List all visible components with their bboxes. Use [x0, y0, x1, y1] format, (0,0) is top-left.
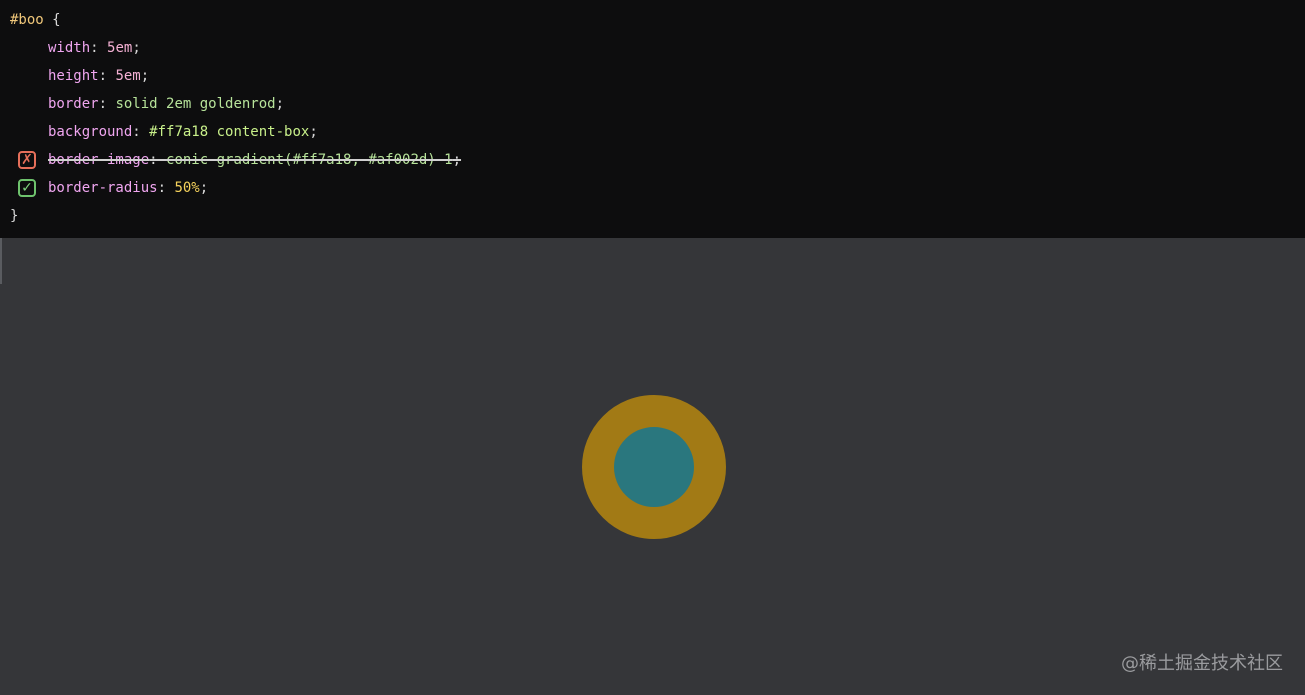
- css-selector: #boo: [10, 12, 44, 28]
- property-value: 5em: [115, 68, 141, 84]
- panel-divider[interactable]: [0, 238, 2, 284]
- property-name: width: [48, 40, 91, 56]
- code-line-border-image-disabled: border-image: conic-gradient(#ff7a18, #a…: [48, 152, 462, 168]
- code-line-border-radius: border-radius: 50%;: [48, 180, 209, 196]
- x-mark-icon[interactable]: ✗: [18, 151, 36, 169]
- render-preview: @稀土掘金技术社区: [0, 238, 1305, 695]
- close-brace: }: [10, 208, 19, 224]
- property-value: #ff7a18 content-box: [149, 124, 310, 140]
- code-line-height: height: 5em;: [48, 68, 150, 84]
- check-mark-icon[interactable]: ✓: [18, 179, 36, 197]
- property-value: conic-gradient(#ff7a18, #af002d) 1: [166, 152, 453, 168]
- property-name: border: [48, 96, 99, 112]
- code-line-close: }: [10, 206, 18, 226]
- open-brace: {: [52, 12, 61, 28]
- code-line-background: background: #ff7a18 content-box;: [48, 124, 318, 140]
- property-name: border-radius: [48, 180, 158, 196]
- code-line-selector: #boo {: [10, 10, 61, 30]
- property-name: height: [48, 68, 99, 84]
- property-value: 50%: [174, 180, 200, 196]
- property-value: 5em: [107, 40, 133, 56]
- boo-circle-element: [582, 395, 726, 539]
- code-line-width: width: 5em;: [48, 40, 141, 56]
- property-value: solid 2em goldenrod: [115, 96, 276, 112]
- css-code-panel: #boo { width: 5em; height: 5em; border: …: [0, 0, 1305, 238]
- property-name: background: [48, 124, 133, 140]
- code-line-border: border: solid 2em goldenrod;: [48, 96, 285, 112]
- property-name: border-image: [48, 152, 150, 168]
- watermark: @稀土掘金技术社区: [1121, 653, 1283, 674]
